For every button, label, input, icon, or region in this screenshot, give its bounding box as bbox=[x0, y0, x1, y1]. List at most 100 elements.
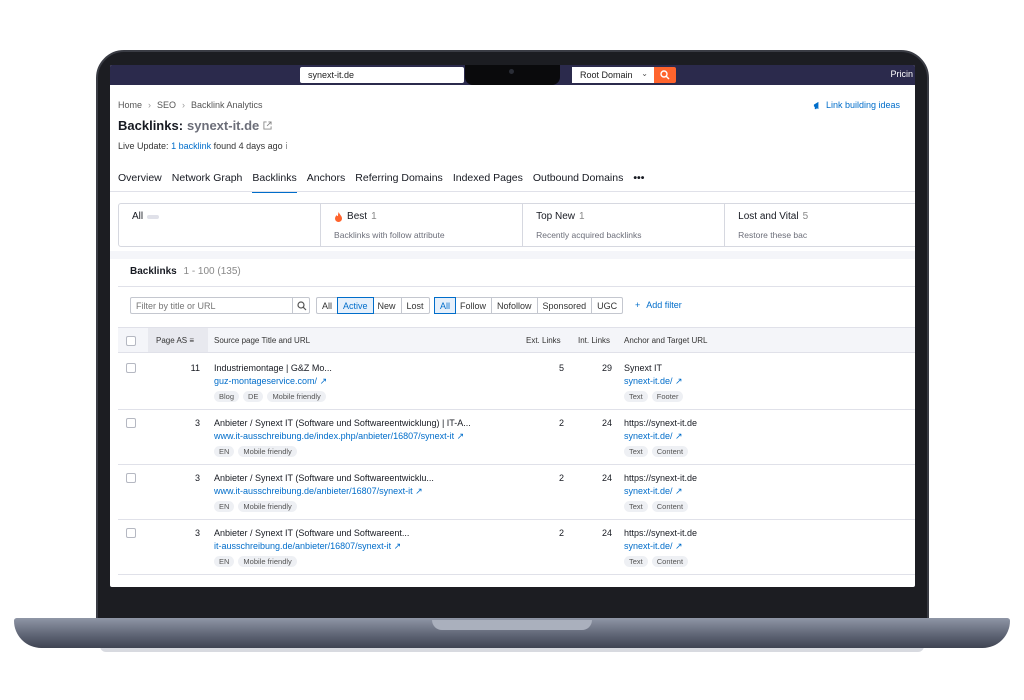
card-best[interactable]: Best 1 Backlinks with follow attribute bbox=[321, 204, 524, 246]
chevron-down-icon: ⌄ bbox=[641, 69, 648, 78]
anchor-text: https://synext-it.de bbox=[624, 528, 698, 538]
col-int-links[interactable]: Int. Links bbox=[578, 336, 610, 345]
live-update-link[interactable]: 1 backlink bbox=[171, 141, 211, 151]
table-row: 3 Anbieter / Synext IT (Software und Sof… bbox=[118, 410, 915, 465]
add-filter-button[interactable]: + Add filter bbox=[635, 300, 682, 310]
camera-notch bbox=[465, 65, 560, 85]
row-checkbox[interactable] bbox=[126, 418, 136, 428]
type-nofollow[interactable]: Nofollow bbox=[492, 298, 538, 313]
external-link-icon[interactable]: ↗ bbox=[415, 486, 423, 496]
source-cell: Anbieter / Synext IT (Software und Softw… bbox=[214, 473, 434, 512]
status-all[interactable]: All bbox=[317, 298, 339, 313]
external-link-icon[interactable] bbox=[263, 121, 272, 130]
tab-referring-domains[interactable]: Referring Domains bbox=[355, 172, 447, 190]
card-all-title: All bbox=[132, 211, 144, 222]
breadcrumb-home[interactable]: Home bbox=[118, 100, 142, 110]
tag: Text bbox=[624, 501, 648, 512]
card-top-new-sub: Recently acquired backlinks bbox=[536, 230, 642, 240]
col-anchor[interactable]: Anchor and Target URL bbox=[624, 336, 707, 345]
type-sponsored[interactable]: Sponsored bbox=[538, 298, 593, 313]
external-link-icon[interactable]: ↗ bbox=[675, 376, 683, 386]
add-filter-label: Add filter bbox=[646, 300, 682, 310]
int-links-value: 24 bbox=[601, 418, 612, 428]
tab-backlinks[interactable]: Backlinks bbox=[252, 172, 300, 193]
title-label: Backlinks: bbox=[118, 118, 184, 133]
tab-indexed-pages[interactable]: Indexed Pages bbox=[453, 172, 527, 190]
live-update: Live Update: 1 backlink found 4 days ago… bbox=[118, 141, 288, 152]
status-new[interactable]: New bbox=[373, 298, 402, 313]
page-as-value: 3 bbox=[194, 528, 200, 538]
col-page-as-label: Page AS bbox=[156, 336, 188, 345]
search-icon bbox=[660, 70, 670, 80]
external-link-icon[interactable]: ↗ bbox=[675, 541, 683, 551]
select-all-checkbox[interactable] bbox=[126, 336, 136, 346]
breadcrumb-seo[interactable]: SEO bbox=[157, 100, 176, 110]
source-url[interactable]: guz-montageservice.com/ ↗ bbox=[214, 376, 332, 387]
tag: Mobile friendly bbox=[238, 446, 297, 457]
tag: Text bbox=[624, 391, 648, 402]
pricing-link[interactable]: Pricin bbox=[890, 69, 913, 79]
col-page-as[interactable]: Page AS ≡ bbox=[156, 336, 194, 345]
row-checkbox[interactable] bbox=[126, 473, 136, 483]
type-ugc[interactable]: UGC bbox=[592, 298, 622, 313]
source-url[interactable]: www.it-ausschreibung.de/index.php/anbiet… bbox=[214, 431, 471, 442]
int-links-value: 24 bbox=[601, 473, 612, 483]
filter-input[interactable] bbox=[130, 297, 294, 314]
source-cell: Anbieter / Synext IT (Software und Softw… bbox=[214, 418, 471, 457]
summary-cards: All Best 1 Backlinks with follow attribu… bbox=[118, 203, 915, 247]
target-url[interactable]: synext-it.de/ ↗ bbox=[624, 541, 697, 552]
int-links-value: 24 bbox=[601, 528, 612, 538]
filter-search-button[interactable] bbox=[292, 297, 310, 314]
tag: Mobile friendly bbox=[267, 391, 326, 402]
external-link-icon[interactable]: ↗ bbox=[675, 431, 683, 441]
target-url[interactable]: synext-it.de/ ↗ bbox=[624, 486, 697, 497]
source-url[interactable]: it-ausschreibung.de/anbieter/16807/synex… bbox=[214, 541, 409, 552]
search-button[interactable] bbox=[654, 67, 676, 83]
tag: Mobile friendly bbox=[238, 556, 297, 567]
chevron-right-icon: › bbox=[148, 100, 152, 110]
loading-pill bbox=[147, 214, 160, 219]
source-url[interactable]: www.it-ausschreibung.de/anbieter/16807/s… bbox=[214, 486, 434, 497]
row-checkbox[interactable] bbox=[126, 528, 136, 538]
status-filter: All Active New Lost bbox=[316, 297, 430, 314]
target-url[interactable]: synext-it.de/ ↗ bbox=[624, 376, 683, 387]
card-lost-vital[interactable]: Lost and Vital 5 Restore these bac bbox=[725, 204, 915, 246]
status-active[interactable]: Active bbox=[337, 297, 374, 314]
external-link-icon[interactable]: ↗ bbox=[320, 376, 328, 386]
fire-icon bbox=[335, 211, 343, 222]
source-title: Anbieter / Synext IT (Software und Softw… bbox=[214, 528, 410, 538]
source-url-text: www.it-ausschreibung.de/index.php/anbiet… bbox=[214, 431, 455, 441]
tab-overview[interactable]: Overview bbox=[118, 172, 166, 190]
card-best-sub: Backlinks with follow attribute bbox=[334, 230, 445, 240]
link-building-ideas[interactable]: Link building ideas bbox=[813, 100, 900, 110]
tab-outbound-domains[interactable]: Outbound Domains bbox=[533, 172, 627, 190]
more-tabs-icon[interactable]: ••• bbox=[633, 172, 648, 190]
card-all[interactable]: All bbox=[119, 204, 322, 246]
card-best-title: Best bbox=[347, 211, 368, 222]
external-link-icon[interactable]: ↗ bbox=[394, 541, 402, 551]
col-ext-links[interactable]: Ext. Links bbox=[526, 336, 561, 345]
scope-select[interactable]: Root Domain ⌄ bbox=[572, 67, 654, 83]
page-as-value: 11 bbox=[190, 363, 200, 373]
row-checkbox[interactable] bbox=[126, 363, 136, 373]
target-url[interactable]: synext-it.de/ ↗ bbox=[624, 431, 697, 442]
anchor-text: https://synext-it.de bbox=[624, 473, 698, 483]
card-top-new-title: Top New bbox=[536, 211, 575, 222]
tab-anchors[interactable]: Anchors bbox=[307, 172, 350, 190]
target-url-text: synext-it.de/ bbox=[624, 486, 673, 496]
status-lost[interactable]: Lost bbox=[402, 298, 429, 313]
target-url-text: synext-it.de/ bbox=[624, 431, 673, 441]
info-icon[interactable]: ⅰ bbox=[285, 141, 288, 151]
external-link-icon[interactable]: ↗ bbox=[675, 486, 683, 496]
card-top-new[interactable]: Top New 1 Recently acquired backlinks bbox=[523, 204, 726, 246]
tab-network-graph[interactable]: Network Graph bbox=[172, 172, 247, 190]
type-follow[interactable]: Follow bbox=[455, 298, 493, 313]
table-row: 11 Industriemontage | G&Z Mo... guz-mont… bbox=[118, 355, 915, 410]
domain-input[interactable]: synext-it.de bbox=[300, 67, 464, 83]
col-source[interactable]: Source page Title and URL bbox=[214, 336, 310, 345]
tag: Text bbox=[624, 446, 648, 457]
anchor-cell: https://synext-it.de synext-it.de/ ↗ Tex… bbox=[624, 528, 697, 567]
external-link-icon[interactable]: ↗ bbox=[457, 431, 465, 441]
type-all[interactable]: All bbox=[434, 297, 457, 314]
source-cell: Industriemontage | G&Z Mo... guz-montage… bbox=[214, 363, 332, 402]
